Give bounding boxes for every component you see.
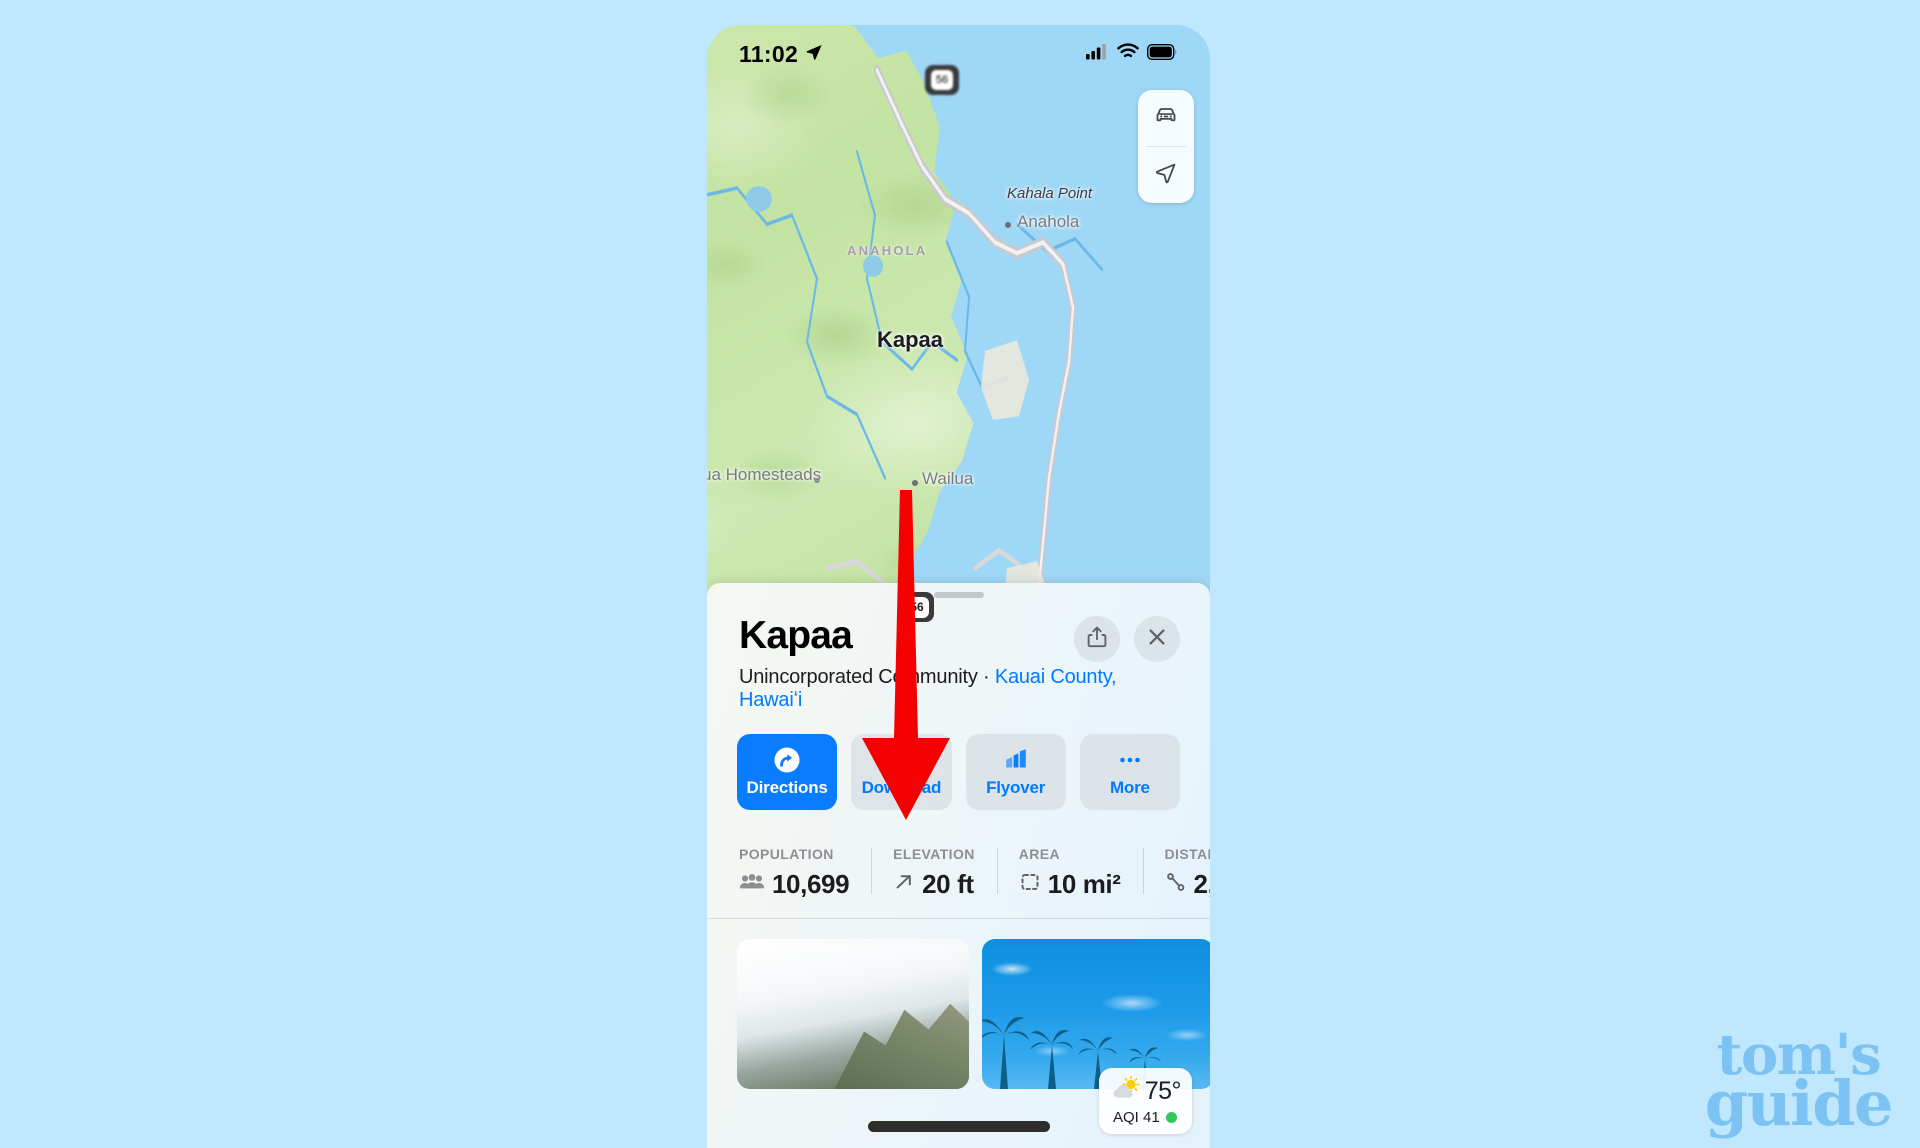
stat-population-value-row: 10,699 bbox=[739, 868, 850, 900]
photo-thumbnail-mountain[interactable] bbox=[737, 938, 969, 1089]
palm-trees-graphic bbox=[982, 1017, 1161, 1089]
car-icon bbox=[1152, 102, 1180, 135]
watermark-line-2: guide bbox=[1704, 1067, 1894, 1141]
directions-label: Directions bbox=[746, 777, 828, 797]
place-subtitle: Unincorporated Community · Kauai County,… bbox=[739, 666, 1178, 712]
flyover-label: Flyover bbox=[986, 777, 1046, 797]
stat-elevation-label: ELEVATION bbox=[893, 845, 975, 862]
directions-button[interactable]: Directions bbox=[737, 733, 838, 810]
share-button[interactable] bbox=[1074, 616, 1120, 662]
aqi-status-dot bbox=[1165, 1112, 1177, 1123]
sheet-header-buttons bbox=[1074, 616, 1180, 662]
home-indicator bbox=[867, 1121, 1050, 1132]
locate-me-button[interactable] bbox=[1138, 147, 1194, 203]
stat-elevation-value-row: 20 ft bbox=[893, 869, 975, 900]
status-bar-left: 11:02 bbox=[739, 41, 823, 68]
photo-gallery bbox=[707, 919, 1210, 1089]
ellipsis-icon bbox=[1116, 746, 1144, 774]
route-shield-number: 56 bbox=[905, 596, 929, 618]
place-category: Unincorporated Community · bbox=[739, 665, 995, 688]
more-label: More bbox=[1109, 777, 1150, 797]
map-town-dot-anahola bbox=[1005, 222, 1011, 228]
location-arrow-icon bbox=[805, 43, 823, 66]
stat-area-value: 10 mi² bbox=[1047, 868, 1121, 899]
stat-area-value-row: 10 mi² bbox=[1019, 869, 1121, 900]
map-town-dot-wailua bbox=[912, 480, 918, 486]
place-stats-row: POPULATION 10,699 ELEVATION 20 ft AREA 1… bbox=[707, 824, 1210, 919]
stat-distance-value-row: 2,44 bbox=[1165, 869, 1210, 900]
close-button[interactable] bbox=[1134, 616, 1180, 662]
buildings-icon bbox=[1002, 746, 1030, 774]
transport-car-button[interactable] bbox=[1138, 90, 1194, 146]
stat-distance: DISTANCE 2,44 bbox=[1142, 845, 1210, 900]
directions-arrow-icon bbox=[773, 746, 801, 774]
sheet-header: Kapaa Unincorporated Community · Kauai C… bbox=[707, 598, 1210, 712]
screenshot-canvas: tom's guide Kahala Point Anahola ANAHOLA… bbox=[0, 0, 1920, 1148]
toms-guide-watermark: tom's guide bbox=[1704, 1027, 1894, 1141]
stat-elevation: ELEVATION 20 ft bbox=[871, 846, 997, 900]
phone-screen: Kahala Point Anahola ANAHOLA Kapaa ua Ho… bbox=[707, 25, 1210, 1148]
up-right-arrow-icon bbox=[893, 872, 915, 897]
weather-widget[interactable]: 75° AQI 41 bbox=[1098, 1068, 1192, 1134]
more-button[interactable]: More bbox=[1079, 733, 1180, 810]
share-icon bbox=[1085, 625, 1109, 654]
action-button-row: Directions Download Flyover More bbox=[707, 712, 1210, 810]
status-time: 11:02 bbox=[739, 40, 799, 67]
people-icon bbox=[739, 872, 765, 897]
weather-temperature: 75° bbox=[1144, 1077, 1182, 1105]
stat-distance-value: 2,44 bbox=[1193, 868, 1210, 899]
navigation-arrow-icon bbox=[1152, 159, 1180, 192]
status-bar: 11:02 bbox=[707, 25, 1210, 83]
route-shield-56-bottom[interactable]: 56 bbox=[900, 592, 934, 622]
stat-area: AREA 10 mi² bbox=[996, 845, 1143, 900]
stat-area-label: AREA bbox=[1018, 845, 1061, 862]
map-town-dot-homesteads bbox=[814, 477, 820, 483]
map-controls-pill bbox=[1138, 90, 1194, 203]
flyover-button[interactable]: Flyover bbox=[965, 733, 1066, 810]
stat-population-value: 10,699 bbox=[772, 868, 850, 899]
cellular-signal-icon bbox=[1086, 43, 1109, 65]
download-label: Download bbox=[861, 777, 942, 797]
air-quality-row: AQI 41 bbox=[1109, 1109, 1181, 1126]
download-circle-icon bbox=[887, 746, 915, 774]
dashed-square-icon bbox=[1019, 872, 1041, 897]
status-bar-right bbox=[1086, 43, 1178, 65]
battery-icon bbox=[1146, 43, 1178, 65]
sun-behind-cloud-icon bbox=[1109, 1075, 1143, 1108]
stat-distance-label: DISTANCE bbox=[1164, 845, 1210, 862]
route-icon bbox=[1165, 872, 1187, 897]
stat-population-label: POPULATION bbox=[739, 845, 834, 862]
download-button[interactable]: Download bbox=[851, 733, 952, 810]
photo-thumbnail-palms[interactable] bbox=[982, 938, 1210, 1089]
weather-current: 75° bbox=[1109, 1075, 1182, 1108]
aqi-label: AQI 41 bbox=[1112, 1109, 1160, 1126]
stat-elevation-value: 20 ft bbox=[922, 868, 974, 899]
place-card-sheet: Kapaa Unincorporated Community · Kauai C… bbox=[707, 583, 1210, 1148]
stat-population: POPULATION 10,699 bbox=[739, 846, 871, 900]
close-icon bbox=[1145, 625, 1169, 654]
wifi-icon bbox=[1117, 43, 1139, 65]
